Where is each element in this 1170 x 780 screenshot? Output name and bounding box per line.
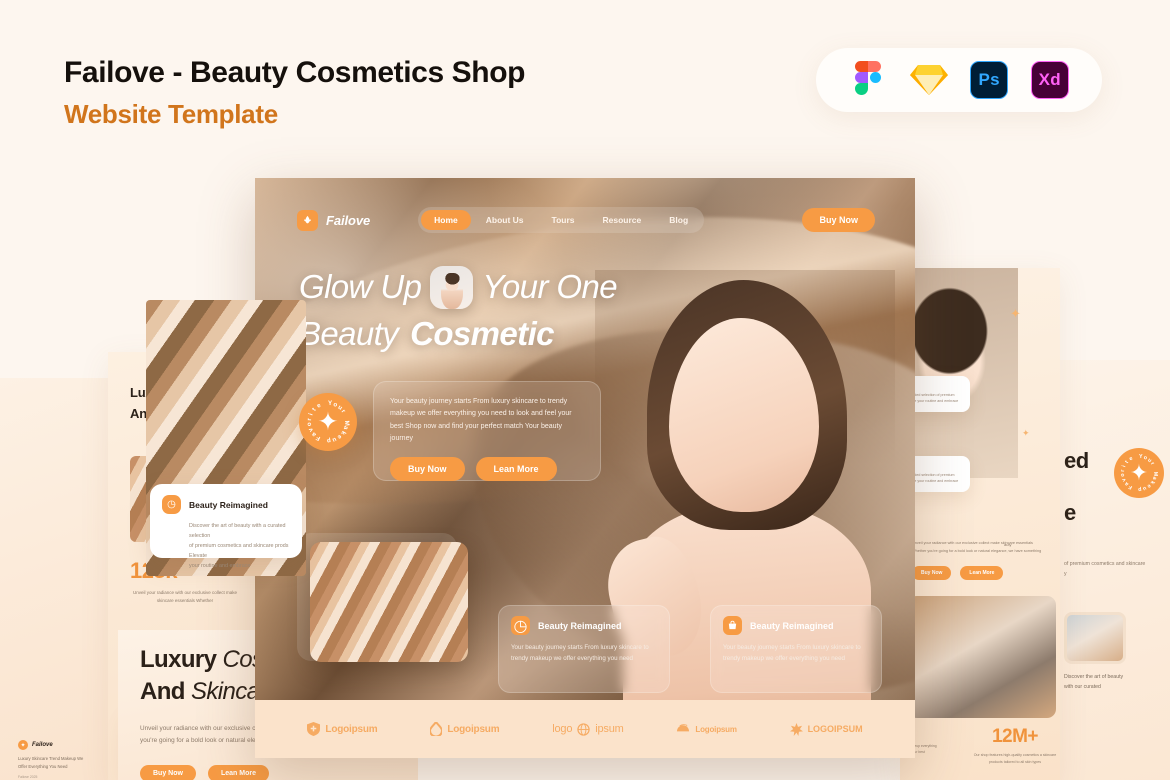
bag-icon: [723, 616, 742, 635]
hero-logo-strip: Logoipsum Logoipsum logo ipsum Logoipsum…: [255, 700, 915, 758]
hero-feature-card-2[interactable]: Beauty Reimagined Your beauty journey st…: [710, 605, 882, 693]
logo-star-text: LOGOIPSUM: [807, 724, 863, 734]
hero-feature-card-1[interactable]: ◷ Beauty Reimagined Your beauty journey …: [498, 605, 670, 693]
figma-icon: [847, 59, 889, 101]
hero-description-card: Your beauty journey starts From luxury s…: [373, 381, 601, 481]
hero-nav-menu: Home About Us Tours Resource Blog: [418, 207, 705, 233]
right-heading-fragment-1: ed: [1064, 448, 1089, 473]
left-card-text-3: your routine and embrace: [189, 563, 251, 569]
background-page-right-inner: Luxury Cosmetics Discover the art of bea…: [900, 268, 1060, 780]
right-heading-fragment-2: e: [1064, 500, 1076, 525]
left-beauty-reimagined-card[interactable]: ◷ Beauty Reimagined Discover the art of …: [150, 484, 302, 569]
software-badge-bar: Ps Xd: [816, 48, 1102, 112]
right-badge-ring: Your Makeup Favorite: [1119, 454, 1159, 493]
left-lower-buy-now-button[interactable]: Buy Now: [140, 765, 196, 780]
hero-buy-now-cta[interactable]: Buy Now: [390, 457, 465, 481]
logo-drop-text: Logoipsum: [447, 723, 500, 735]
logo-shield-text: Logoipsum: [325, 723, 378, 735]
right-model-thumbnail: [1064, 612, 1126, 664]
right-makeup-badge: ✦ Your Makeup Favorite: [1114, 448, 1164, 498]
sparkle-icon: ✦: [1010, 306, 1021, 321]
nav-item-tours[interactable]: Tours: [539, 210, 588, 230]
photoshop-icon: Ps: [968, 59, 1010, 101]
logo-item-star: LOGOIPSUM: [789, 722, 863, 736]
hero-silk-image-card[interactable]: [310, 542, 468, 662]
headline-line2-part1: Beauty: [299, 315, 399, 352]
failove-leaf-icon: [297, 209, 318, 231]
right-buy-now-button[interactable]: Buy Now: [912, 566, 952, 580]
hero-brand-name: Failove: [326, 212, 371, 228]
logo-wave-text: Logoipsum: [695, 724, 737, 734]
left-footer-tagline-2: Offer Everything You Need: [18, 763, 68, 769]
adobe-xd-label: Xd: [1030, 61, 1069, 99]
left-footer-copyright: Failove 2025: [18, 775, 38, 780]
left-footer-tagline-1: Luxury Skincare Trend Makeup We: [18, 756, 84, 761]
feature-card-1-title: Beauty Reimagined: [538, 620, 622, 631]
logo-item-shield: Logoipsum: [307, 722, 378, 736]
sparkle-icon-small: ✦: [1022, 428, 1030, 438]
left-card-text-2: of premium cosmetics and skincare prods …: [189, 543, 289, 559]
page-header: Failove - Beauty Cosmetics Shop Website …: [64, 54, 525, 130]
left-footer-block: ✦ Failove Luxury Skincare Trend Makeup W…: [18, 740, 110, 779]
right-stat-value: 12M+: [991, 726, 1039, 747]
feature-card-2-title: Beauty Reimagined: [750, 620, 834, 631]
right-sub-text: of premium cosmetics and skincare y: [1064, 561, 1146, 577]
hero-brand[interactable]: Failove: [297, 209, 371, 231]
page-title: Failove - Beauty Cosmetics Shop: [64, 56, 526, 89]
headline-avatar: [430, 266, 474, 309]
right-page-model-photo: [900, 268, 1018, 478]
right-fragment-beauty: auty: [1004, 542, 1012, 547]
nav-item-resource[interactable]: Resource: [590, 210, 655, 230]
adobe-xd-icon: Xd: [1029, 59, 1071, 101]
left-stat-caption: Unveil your radiance with our exclusive …: [132, 590, 238, 603]
hero-mockup: Failove Home About Us Tours Resource Blo…: [255, 178, 915, 758]
hero-description-text: Your beauty journey starts From luxury s…: [390, 398, 572, 442]
logo-globe-text-b: ipsum: [595, 723, 624, 735]
failove-logo-icon: ✦: [18, 740, 28, 750]
photoshop-label: Ps: [970, 61, 1009, 99]
left-lower-lean-more-button[interactable]: Lean More: [207, 765, 269, 780]
clock-icon: ◷: [162, 495, 181, 514]
page-subtitle: Website Template: [64, 98, 278, 129]
logo-item-wave: Logoipsum: [676, 723, 737, 736]
hero-navbar: Failove Home About Us Tours Resource Blo…: [297, 206, 875, 234]
right-paragraph: Unveil your radiance with our exclusive …: [912, 541, 1042, 553]
headline-line1-part2: Your One: [482, 268, 617, 306]
headline-line2-part2: Cosmetic: [410, 315, 554, 352]
feature-card-1-text: Your beauty journey starts From luxury s…: [511, 644, 649, 663]
logo-item-globe: logo ipsum: [552, 722, 624, 736]
hero-headline: Glow Up Your One Beauty Cosmetic: [299, 266, 699, 354]
background-page-right-outer: ed e ✦ Your Makeup Favorite of premium c…: [1050, 360, 1170, 780]
logo-item-drop: Logoipsum: [430, 722, 500, 736]
background-page-far-left: [0, 378, 120, 780]
headline-line1-part1: Glow Up: [299, 268, 422, 306]
makeup-favorite-stamp: ✦ Your Makeup Favorite: [299, 393, 357, 451]
sketch-icon: [908, 59, 950, 101]
hero-lean-more-cta[interactable]: Lean More: [475, 457, 557, 481]
right-page-silk-thumbnail: [908, 596, 1056, 718]
left-footer-brand: Failove: [32, 742, 53, 748]
right-stat-caption-1: Our shop features high-quality cosmetics…: [973, 753, 1057, 757]
stamp-ring-text: Your Makeup Favorite: [305, 400, 351, 445]
left-card-title: Beauty Reimagined: [189, 499, 268, 510]
hero-buy-now-button[interactable]: Buy Now: [802, 208, 875, 232]
feature-card-2-text: Your beauty journey starts From luxury s…: [723, 644, 861, 663]
left-card-text-1: Discover the art of beauty with a curate…: [189, 523, 286, 539]
right-discover-text: Discover the art of beauty with our curat…: [1064, 674, 1124, 691]
clock-icon: ◷: [511, 616, 530, 635]
nav-item-home[interactable]: Home: [421, 210, 471, 230]
nav-item-blog[interactable]: Blog: [656, 210, 701, 230]
nav-item-about-us[interactable]: About Us: [473, 210, 537, 230]
right-stat-caption-2: products tailored to all skin types: [988, 759, 1042, 764]
logo-globe-text-a: logo: [552, 723, 573, 735]
right-lean-more-button[interactable]: Lean More: [960, 566, 1004, 580]
